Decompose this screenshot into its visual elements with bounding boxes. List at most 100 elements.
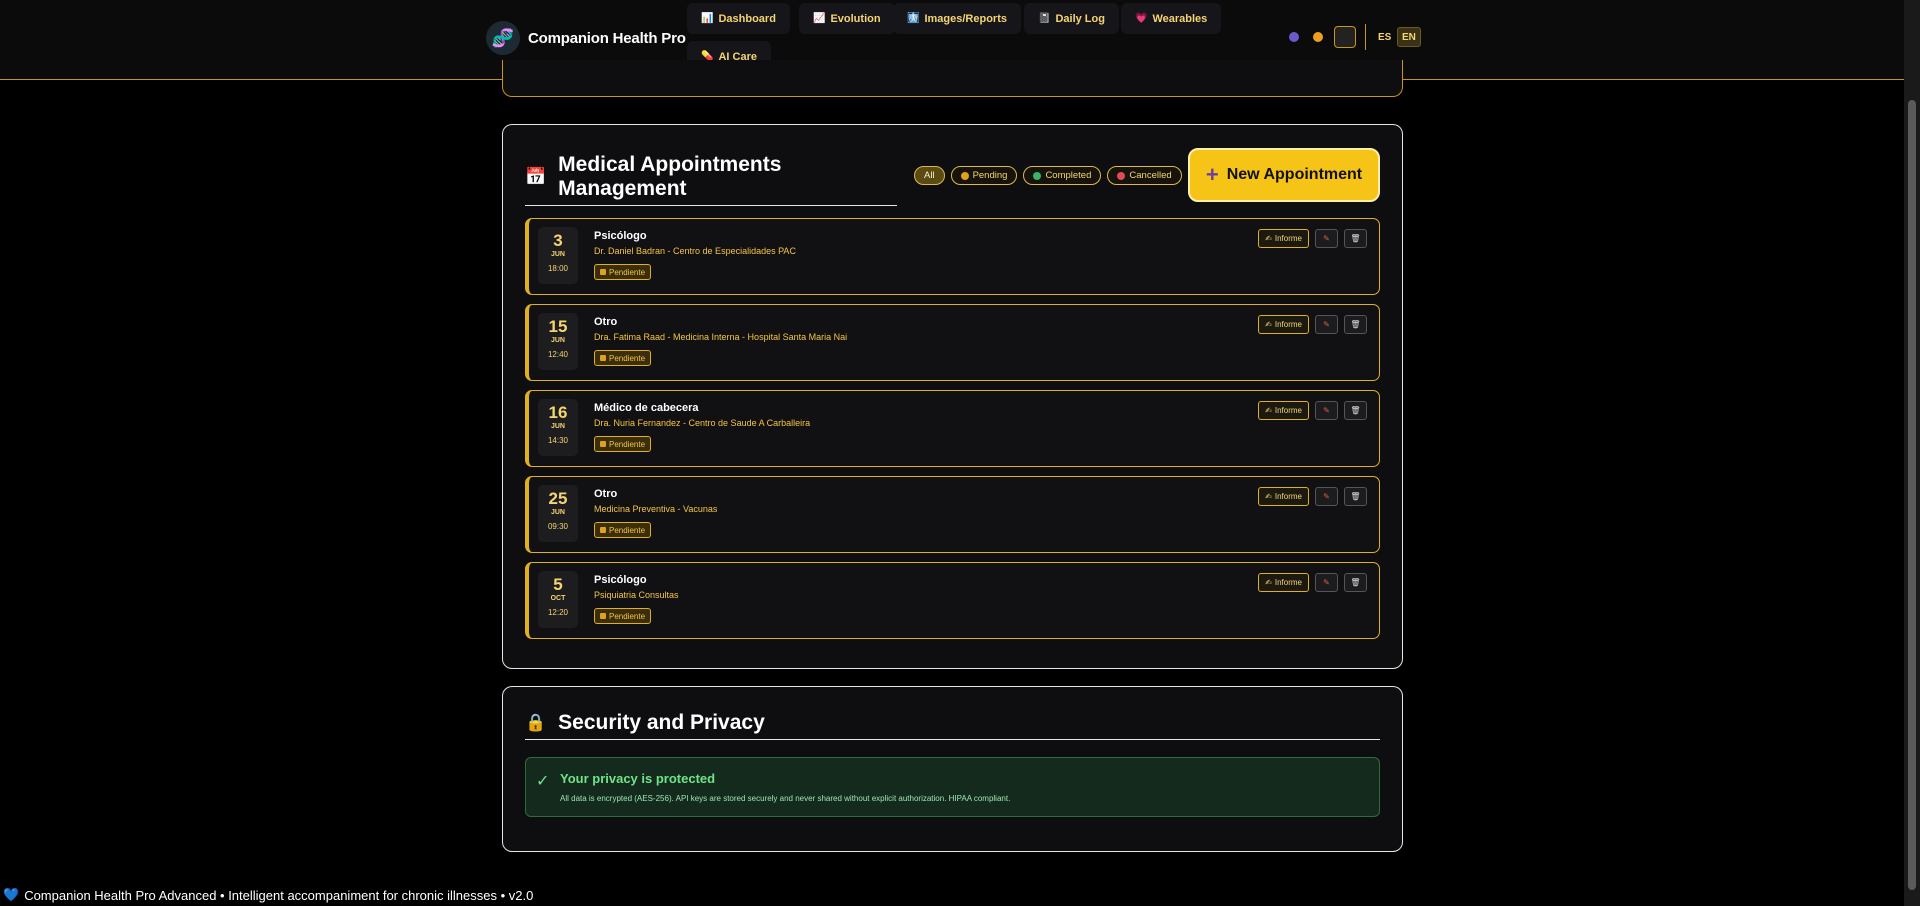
plus-icon: +	[1205, 162, 1219, 187]
date-time: 09:30	[547, 522, 569, 531]
security-title: Security and Privacy	[558, 711, 765, 734]
writing-hand-icon: ✍	[1265, 234, 1272, 243]
security-card: 🔒 Security and Privacy ✓ Your privacy is…	[502, 686, 1403, 852]
edit-button[interactable]: ✎	[1315, 315, 1338, 334]
informe-label: Informe	[1274, 492, 1302, 501]
filter-pending[interactable]: Pending	[950, 166, 1018, 185]
blue-heart-icon: 💙	[3, 887, 20, 902]
date-month: JUN	[550, 509, 565, 516]
lang-es-button[interactable]: ES	[1374, 27, 1395, 47]
nav-evolution-label: Evolution	[830, 12, 881, 25]
filter-all[interactable]: All	[914, 166, 945, 185]
footer-text: Companion Health Pro Advanced • Intellig…	[24, 887, 534, 903]
delete-button[interactable]: 🗑	[1344, 573, 1367, 592]
date-block: 5 OCT 12:20	[538, 571, 578, 628]
theme-toggle-button[interactable]	[1334, 26, 1356, 48]
appointments-title: Medical Appointments Management	[558, 153, 782, 200]
pending-dot-icon	[960, 171, 969, 180]
appointment-subtitle: Psiquiatria Consultas	[594, 590, 679, 600]
trash-icon: 🗑	[1350, 578, 1361, 587]
nav-evolution[interactable]: 📈 Evolution	[799, 3, 895, 34]
informe-button[interactable]: ✍ Informe	[1258, 229, 1309, 248]
informe-button[interactable]: ✍ Informe	[1258, 315, 1309, 334]
edit-button[interactable]: ✎	[1315, 229, 1338, 248]
brand-name: Companion Health Pro	[528, 29, 686, 47]
appointment-actions: ✍ Informe ✎ 🗑	[1258, 229, 1367, 248]
edit-button[interactable]: ✎	[1315, 487, 1338, 506]
appointment-item[interactable]: 16 JUN 14:30 Médico de cabecera Dra. Nur…	[525, 390, 1380, 467]
informe-label: Informe	[1274, 578, 1302, 587]
pending-square-icon	[600, 441, 606, 447]
date-block: 15 JUN 12:40	[538, 313, 578, 370]
delete-button[interactable]: 🗑	[1344, 487, 1367, 506]
date-time: 18:00	[547, 264, 569, 273]
appointment-actions: ✍ Informe ✎ 🗑	[1258, 573, 1367, 592]
trash-icon: 🗑	[1350, 492, 1361, 501]
date-day: 15	[548, 317, 568, 336]
nav-dashboard[interactable]: 📊 Dashboard	[687, 3, 790, 34]
edit-button[interactable]: ✎	[1315, 401, 1338, 420]
appointment-item[interactable]: 15 JUN 12:40 Otro Dra. Fatima Raad - Med…	[525, 304, 1380, 381]
appointment-actions: ✍ Informe ✎ 🗑	[1258, 487, 1367, 506]
xray-icon: 🩻	[907, 13, 920, 24]
divider	[1365, 24, 1366, 50]
delete-button[interactable]: 🗑	[1344, 229, 1367, 248]
date-time: 12:20	[547, 608, 569, 617]
delete-button[interactable]: 🗑	[1344, 401, 1367, 420]
appointment-title: Psicólogo	[594, 230, 647, 242]
scroll-thumb[interactable]	[1908, 100, 1916, 890]
check-icon: ✓	[536, 773, 550, 790]
pencil-icon: ✎	[1323, 492, 1330, 501]
theme-orange-dot[interactable]	[1313, 32, 1323, 42]
completed-dot-icon	[1033, 171, 1042, 180]
nav-daily-log[interactable]: 📓 Daily Log	[1024, 3, 1119, 34]
lang-en-button[interactable]: EN	[1397, 27, 1421, 47]
status-badge: Pendiente	[594, 436, 652, 452]
informe-label: Informe	[1274, 320, 1302, 329]
appointment-title: Médico de cabecera	[594, 402, 699, 414]
brand[interactable]: 🧬 Companion Health Pro	[486, 21, 686, 55]
informe-button[interactable]: ✍ Informe	[1258, 487, 1309, 506]
edit-button[interactable]: ✎	[1315, 573, 1338, 592]
date-block: 3 JUN 18:00	[538, 227, 578, 284]
nav-wearables[interactable]: 💗 Wearables	[1121, 3, 1222, 34]
lock-icon: 🔒	[525, 713, 547, 732]
filter-cancelled[interactable]: Cancelled	[1107, 166, 1182, 185]
date-month: JUN	[550, 251, 565, 258]
new-appointment-button[interactable]: + New Appointment	[1188, 148, 1380, 202]
nav-images-reports[interactable]: 🩻 Images/Reports	[893, 3, 1021, 34]
status-badge: Pendiente	[594, 350, 652, 366]
vertical-scrollbar[interactable]	[1904, 0, 1920, 906]
footer: 💙 Companion Health Pro Advanced • Intell…	[3, 887, 533, 903]
appointment-item[interactable]: 3 JUN 18:00 Psicólogo Dr. Daniel Badran …	[525, 218, 1380, 295]
status-label: Pendiente	[609, 267, 646, 277]
status-badge: Pendiente	[594, 522, 652, 538]
date-month: JUN	[550, 423, 565, 430]
theme-purple-dot[interactable]	[1289, 32, 1299, 42]
nav-wearables-label: Wearables	[1152, 12, 1208, 25]
writing-hand-icon: ✍	[1265, 492, 1272, 501]
appointment-item[interactable]: 5 OCT 12:20 Psicólogo Psiquiatria Consul…	[525, 562, 1380, 639]
date-time: 12:40	[547, 350, 569, 359]
date-block: 25 JUN 09:30	[538, 485, 578, 542]
pending-square-icon	[600, 355, 606, 361]
informe-label: Informe	[1274, 234, 1302, 243]
nav-dashboard-label: Dashboard	[718, 12, 776, 25]
appointments-heading: 📅 Medical Appointments Management	[525, 153, 897, 206]
status-badge: Pendiente	[594, 264, 652, 280]
writing-hand-icon: ✍	[1265, 406, 1272, 415]
appointments-card: 📅 Medical Appointments Management All Pe…	[502, 124, 1403, 669]
informe-button[interactable]: ✍ Informe	[1258, 401, 1309, 420]
delete-button[interactable]: 🗑	[1344, 315, 1367, 334]
status-label: Pendiente	[609, 439, 646, 449]
appointment-item[interactable]: 25 JUN 09:30 Otro Medicina Preventiva - …	[525, 476, 1380, 553]
filter-completed[interactable]: Completed	[1023, 166, 1102, 185]
writing-hand-icon: ✍	[1265, 578, 1272, 587]
pencil-icon: ✎	[1323, 320, 1330, 329]
appointment-subtitle: Dra. Fatima Raad - Medicina Interna - Ho…	[594, 332, 848, 342]
nav-daily-log-label: Daily Log	[1055, 12, 1105, 25]
appointment-title: Psicólogo	[594, 574, 647, 586]
chart-icon: 📊	[701, 13, 714, 24]
informe-button[interactable]: ✍ Informe	[1258, 573, 1309, 592]
pencil-icon: ✎	[1323, 578, 1330, 587]
